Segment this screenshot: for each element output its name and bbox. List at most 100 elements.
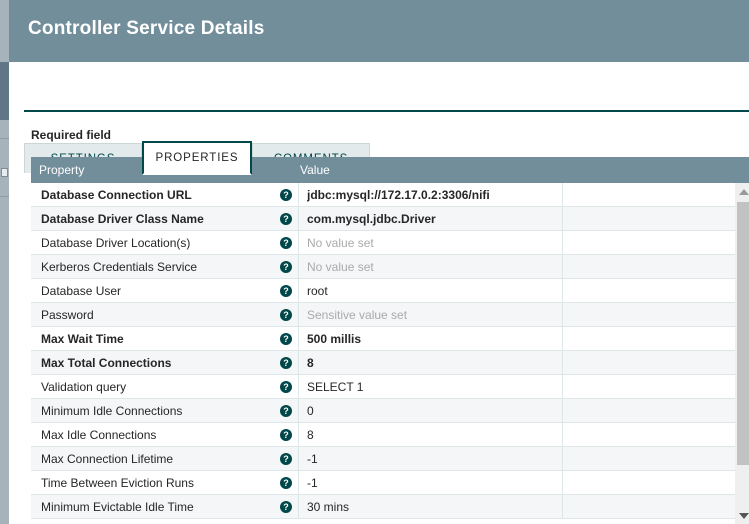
svg-text:?: ? [283, 430, 289, 440]
column-divider [562, 207, 563, 231]
column-divider [298, 351, 299, 375]
column-divider [562, 447, 563, 471]
column-divider [298, 447, 299, 471]
column-divider [298, 183, 299, 207]
help-circle-icon[interactable]: ? [280, 429, 292, 441]
property-value-cell[interactable]: root [307, 279, 328, 303]
help-circle-icon[interactable]: ? [280, 357, 292, 369]
background-divider [0, 196, 9, 197]
svg-text:?: ? [283, 286, 289, 296]
column-divider [298, 327, 299, 351]
table-row[interactable]: Database User? root [31, 279, 735, 303]
column-divider [562, 255, 563, 279]
table-header-row: Property Value [31, 157, 749, 183]
column-divider [298, 231, 299, 255]
column-divider [562, 351, 563, 375]
scrollbar-thumb[interactable] [737, 202, 749, 465]
help-circle-icon[interactable]: ? [280, 381, 292, 393]
property-value-cell[interactable]: 8 [307, 423, 314, 447]
table-body[interactable]: Database Connection URL? jdbc:mysql://172… [31, 183, 735, 524]
column-divider [298, 495, 299, 519]
column-divider [298, 207, 299, 231]
property-name-cell: Max Wait Time [41, 332, 124, 346]
help-circle-icon[interactable]: ? [280, 213, 292, 225]
tab-properties-label: PROPERTIES [155, 152, 239, 164]
scroll-up-arrow-icon[interactable] [735, 183, 749, 200]
table-row[interactable]: Max Idle Connections? 8 [31, 423, 735, 447]
table-row[interactable]: Max Connection Lifetime? -1 [31, 447, 735, 471]
property-name-cell: Password [41, 308, 94, 322]
help-circle-icon[interactable]: ? [280, 285, 292, 297]
table-row[interactable]: Database Connection URL? jdbc:mysql://172… [31, 183, 735, 207]
svg-text:?: ? [283, 382, 289, 392]
column-divider [562, 375, 563, 399]
property-value-cell[interactable]: 0 [307, 399, 314, 423]
column-divider [562, 495, 563, 519]
column-divider [562, 471, 563, 495]
table-row[interactable]: Minimum Evictable Idle Time? 30 mins [31, 495, 735, 519]
background-chip [1, 168, 8, 177]
svg-text:?: ? [283, 190, 289, 200]
property-value-cell[interactable]: com.mysql.jdbc.Driver [307, 207, 436, 231]
property-value-cell[interactable]: SELECT 1 [307, 375, 363, 399]
help-circle-icon[interactable]: ? [280, 237, 292, 249]
help-circle-icon[interactable]: ? [280, 309, 292, 321]
help-circle-icon[interactable]: ? [280, 477, 292, 489]
table-row[interactable]: Max Total Connections? 8 [31, 351, 735, 375]
tab-bar: SETTINGS PROPERTIES COMMENTS [9, 62, 749, 175]
property-name-cell: Validation query [41, 380, 127, 394]
column-divider [562, 231, 563, 255]
column-header-property: Property [39, 163, 85, 177]
scroll-down-arrow-icon[interactable] [735, 507, 749, 524]
help-circle-icon[interactable]: ? [280, 453, 292, 465]
table-row[interactable]: Time Between Eviction Runs? -1 [31, 471, 735, 495]
property-value-cell[interactable]: -1 [307, 471, 318, 495]
required-field-note: Required field [31, 128, 112, 142]
property-value-cell[interactable]: 30 mins [307, 495, 349, 519]
controller-service-details-dialog: Controller Service Details SETTINGS PROP… [9, 0, 749, 524]
table-row[interactable]: Kerberos Credentials Service? No value se… [31, 255, 735, 279]
svg-text:?: ? [283, 262, 289, 272]
property-value-cell[interactable]: jdbc:mysql://172.17.0.2:3306/nifi [307, 183, 490, 207]
help-circle-icon[interactable]: ? [280, 189, 292, 201]
property-value-cell[interactable]: No value set [307, 255, 374, 279]
help-circle-icon[interactable]: ? [280, 501, 292, 513]
tab-properties[interactable]: PROPERTIES [142, 141, 252, 175]
property-name-cell: Max Total Connections [41, 356, 172, 370]
column-divider [298, 279, 299, 303]
property-name-cell: Max Idle Connections [41, 428, 157, 442]
properties-table: Property Value Database Connection URL? j… [31, 157, 749, 524]
property-name-cell: Minimum Idle Connections [41, 404, 183, 418]
help-circle-icon[interactable]: ? [280, 405, 292, 417]
column-header-value: Value [300, 163, 330, 177]
table-row[interactable]: Password? Sensitive value set [31, 303, 735, 327]
table-row[interactable]: Database Driver Class Name? com.mysql.jdb… [31, 207, 735, 231]
property-value-cell[interactable]: 500 millis [307, 327, 361, 351]
property-value-cell[interactable]: Sensitive value set [307, 303, 407, 327]
table-row[interactable]: Minimum Idle Connections? 0 [31, 399, 735, 423]
column-divider [562, 183, 563, 207]
svg-text:?: ? [283, 454, 289, 464]
triangle-up-glyph [738, 188, 749, 195]
table-row[interactable]: Max Wait Time? 500 millis [31, 327, 735, 351]
property-value-cell[interactable]: No value set [307, 231, 374, 255]
property-name-cell: Database Driver Location(s) [41, 236, 191, 250]
property-name-cell: Max Connection Lifetime [41, 452, 174, 466]
property-value-cell[interactable]: -1 [307, 447, 318, 471]
help-circle-icon[interactable]: ? [280, 261, 292, 273]
help-circle-icon[interactable]: ? [280, 333, 292, 345]
table-row[interactable]: Validation query? SELECT 1 [31, 375, 735, 399]
property-name-cell: Database Driver Class Name [41, 212, 204, 226]
property-value-cell[interactable]: 8 [307, 351, 314, 375]
svg-text:?: ? [283, 502, 289, 512]
column-divider [562, 327, 563, 351]
triangle-down-glyph [738, 512, 749, 519]
property-name-cell: Database Connection URL [41, 188, 192, 202]
column-divider [298, 399, 299, 423]
svg-text:?: ? [283, 214, 289, 224]
dialog-titlebar: Controller Service Details [9, 0, 749, 62]
table-scrollbar[interactable] [735, 183, 749, 524]
property-name-cell: Kerberos Credentials Service [41, 260, 198, 274]
column-divider [298, 255, 299, 279]
table-row[interactable]: Database Driver Location(s)? No value set [31, 231, 735, 255]
